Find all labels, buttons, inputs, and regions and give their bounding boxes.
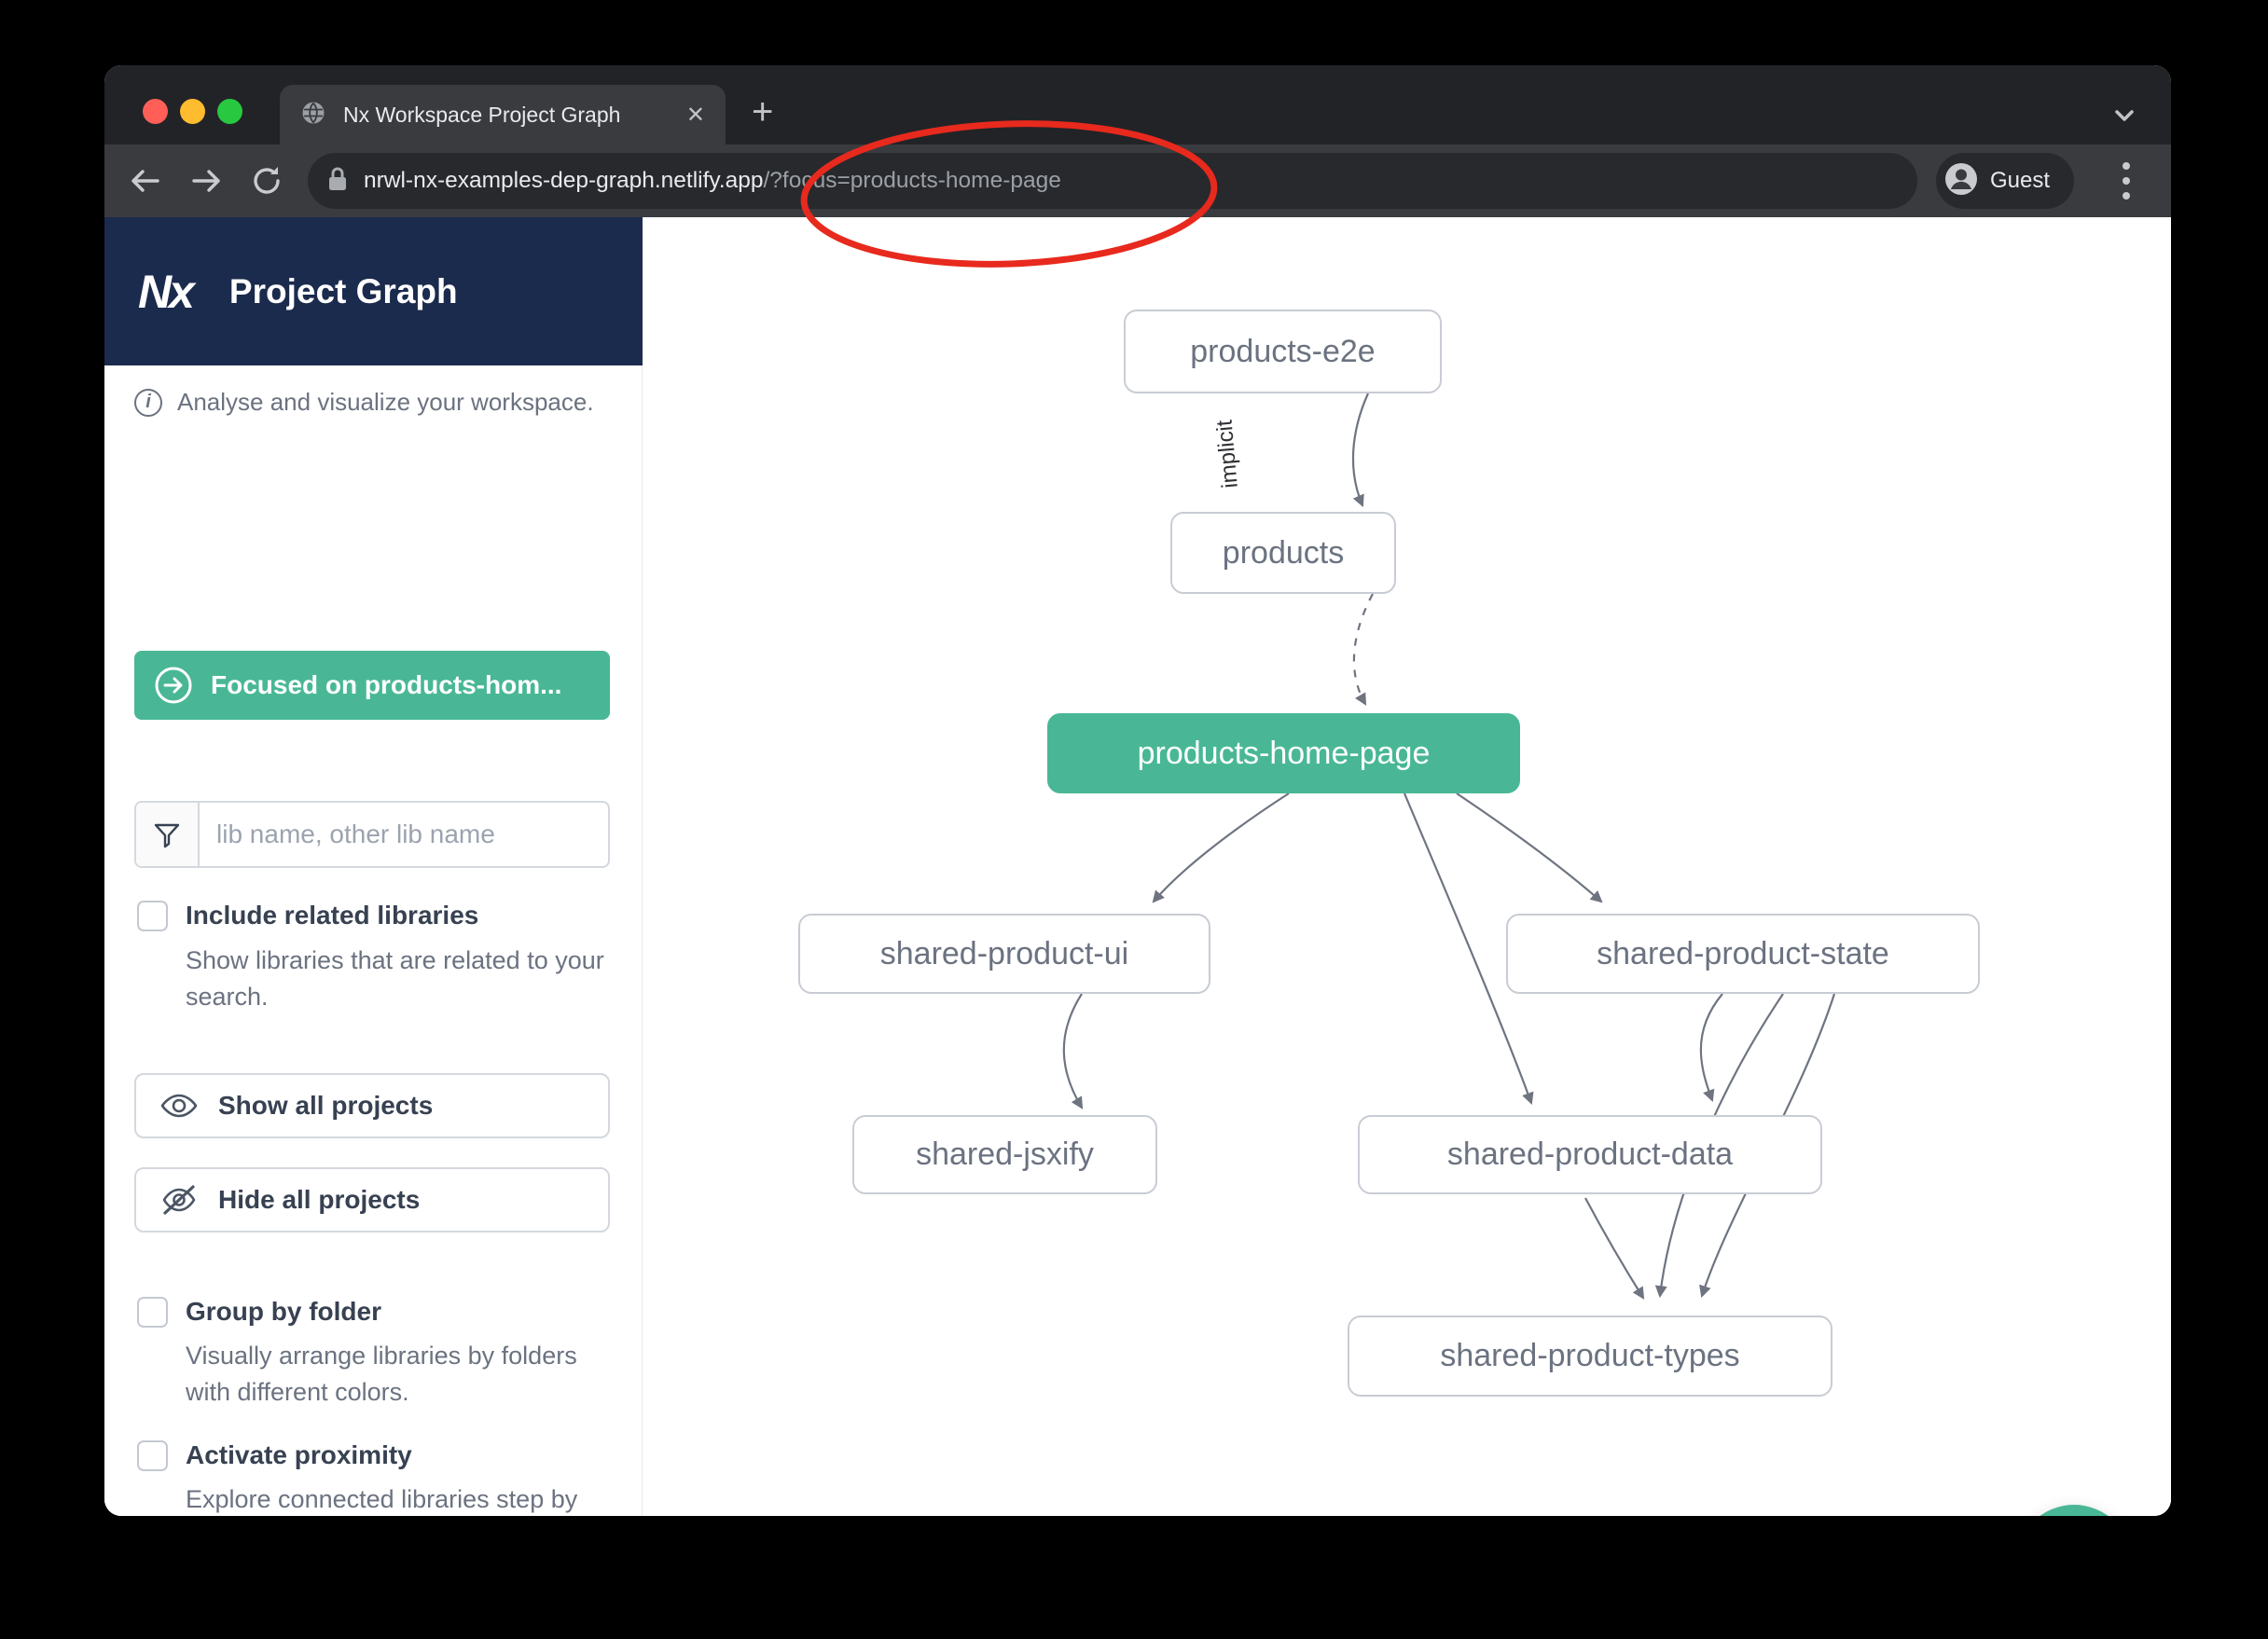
profile-label: Guest [1990, 168, 2050, 194]
close-window-button[interactable] [143, 99, 168, 124]
screenshot-stage: Nx Workspace Project Graph ✕ + nrwl-nx-e… [0, 0, 2268, 1639]
include-related-description: Show libraries that are related to your … [186, 943, 615, 1015]
focused-on-button[interactable]: Focused on products-hom... [134, 651, 610, 720]
focused-on-label: Focused on products-hom... [211, 670, 561, 700]
node-shared-product-data[interactable]: shared-product-data [1358, 1115, 1822, 1194]
filter-field [134, 801, 610, 868]
edge-ui-jsxify [1064, 994, 1082, 1108]
node-products-e2e[interactable]: products-e2e [1124, 310, 1442, 393]
sidebar-header: Nx Project Graph [104, 217, 643, 365]
tab-nx-workspace[interactable]: Nx Workspace Project Graph ✕ [280, 85, 726, 145]
info-icon: i [134, 389, 162, 417]
url-bar[interactable]: nrwl-nx-examples-dep-graph.netlify.app/?… [308, 153, 1917, 209]
tab-close-icon[interactable]: ✕ [686, 102, 705, 129]
sidebar: Nx Project Graph i Analyse and visualize… [104, 217, 643, 1516]
group-by-folder-label: Group by folder [186, 1297, 381, 1327]
edge-state-data [1701, 994, 1722, 1100]
edge-home-ui [1154, 793, 1289, 902]
node-shared-product-ui[interactable]: shared-product-ui [798, 914, 1210, 994]
profile-button[interactable]: Guest [1936, 153, 2074, 209]
node-shared-product-types[interactable]: shared-product-types [1348, 1315, 1832, 1397]
tab-strip: Nx Workspace Project Graph ✕ + [104, 65, 2171, 145]
nx-logo: Nx [138, 265, 192, 319]
filter-icon-segment [136, 803, 200, 866]
tagline-text: Analyse and visualize your workspace. [177, 388, 594, 417]
url-text: nrwl-nx-examples-dep-graph.netlify.app/?… [364, 168, 1061, 194]
forward-button[interactable] [187, 160, 228, 201]
node-products[interactable]: products [1170, 512, 1396, 594]
browser-window: Nx Workspace Project Graph ✕ + nrwl-nx-e… [104, 65, 2171, 1516]
hide-all-projects-button[interactable]: Hide all projects [134, 1167, 610, 1233]
funnel-icon [152, 820, 182, 849]
show-all-projects-label: Show all projects [218, 1091, 433, 1121]
edge-e2e-products [1353, 393, 1368, 505]
edge-products-home [1354, 594, 1373, 704]
node-shared-product-state[interactable]: shared-product-state [1506, 914, 1980, 994]
url-domain: nrwl-nx-examples-dep-graph.netlify.app [364, 168, 764, 193]
edge-data-types [1585, 1198, 1643, 1298]
page-title: Project Graph [229, 272, 458, 311]
show-all-projects-button[interactable]: Show all projects [134, 1073, 610, 1138]
minimize-window-button[interactable] [180, 99, 205, 124]
group-by-folder-checkbox[interactable] [137, 1297, 168, 1328]
include-related-checkbox[interactable] [137, 901, 168, 931]
activate-proximity-checkbox[interactable] [137, 1440, 168, 1471]
reload-button[interactable] [246, 160, 287, 201]
lock-icon [326, 165, 349, 198]
eye-off-icon [160, 1184, 198, 1216]
zoom-window-button[interactable] [217, 99, 242, 124]
url-path: /?focus=products-home-page [764, 168, 1061, 193]
browser-menu-button[interactable] [2106, 155, 2147, 207]
filter-input[interactable] [200, 803, 608, 866]
node-shared-jsxify[interactable]: shared-jsxify [852, 1115, 1157, 1194]
include-related-label: Include related libraries [186, 901, 478, 930]
hide-all-projects-label: Hide all projects [218, 1185, 420, 1215]
activate-proximity-label: Activate proximity [186, 1440, 412, 1470]
arrow-right-circle-icon [153, 665, 194, 706]
group-by-folder-description: Visually arrange libraries by folders wi… [186, 1338, 615, 1411]
node-products-home-page[interactable]: products-home-page [1047, 713, 1520, 793]
edge-home-state [1457, 793, 1601, 902]
new-tab-button[interactable]: + [752, 93, 773, 131]
tab-title: Nx Workspace Project Graph [343, 103, 677, 128]
eye-icon [160, 1092, 198, 1120]
activate-proximity-description: Explore connected libraries step by step… [186, 1481, 615, 1516]
tab-search-chevron-icon[interactable] [2108, 104, 2141, 131]
page-content: Nx Project Graph i Analyse and visualize… [104, 217, 2171, 1516]
back-button[interactable] [124, 160, 165, 201]
tagline-row: i Analyse and visualize your workspace. [134, 388, 594, 417]
globe-favicon-icon [300, 100, 326, 131]
avatar-icon [1943, 161, 1979, 201]
